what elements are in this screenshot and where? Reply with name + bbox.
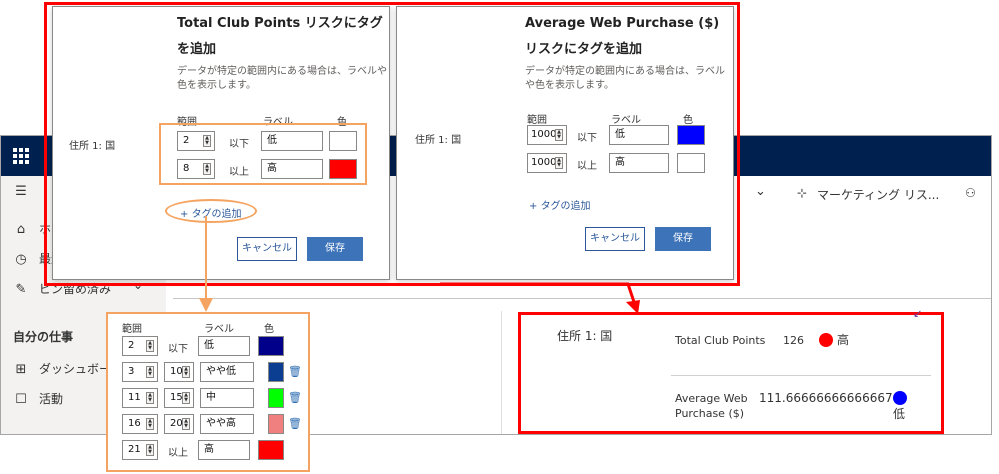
tag-dot xyxy=(893,391,907,405)
nav-item-activities[interactable]: ☐ 活動 xyxy=(13,390,63,407)
metric-value: 126 xyxy=(783,334,804,347)
range-input[interactable]: 21 ▲ ▼ xyxy=(122,440,158,460)
tag-label: 高 xyxy=(837,333,850,347)
metric-name: Total Club Points xyxy=(675,334,766,347)
column-header-label: ラベル xyxy=(204,324,234,335)
nav-section-my-work: 自分の仕事 xyxy=(13,330,74,344)
label-input[interactable]: 高 xyxy=(198,440,250,460)
pencil-icon: ↙ xyxy=(913,307,923,320)
range-from-input[interactable]: 16 ▲ ▼ xyxy=(122,414,158,434)
hamburger-icon[interactable]: ☰ xyxy=(13,184,39,199)
column-header-range: 範囲 xyxy=(122,324,142,335)
clipboard-icon: ☐ xyxy=(15,392,27,407)
range-from-input[interactable]: 11 ▲ ▼ xyxy=(122,388,158,408)
row-divider xyxy=(671,375,931,376)
result-panel: 住所 1: 国 Total Club Points 126 高 Average … xyxy=(518,307,944,434)
range-to-input[interactable]: 15 ▲ ▼ xyxy=(164,388,194,408)
label-input[interactable]: 低 xyxy=(198,336,250,356)
tag-label: 低 xyxy=(893,407,906,421)
chevron-down-icon[interactable]: ⌄ xyxy=(755,184,766,199)
delete-icon[interactable]: 🗑 xyxy=(288,365,302,378)
range-input[interactable]: 2 ▲ ▼ xyxy=(122,336,158,356)
range-from-input[interactable]: 3 ▲ ▼ xyxy=(122,362,158,382)
column-divider xyxy=(501,311,502,434)
highlight-frame-dialogs xyxy=(44,2,740,286)
color-swatch[interactable] xyxy=(268,362,284,382)
field-label: 住所 1: 国 xyxy=(557,329,613,343)
column-header-color: 色 xyxy=(264,324,274,335)
operator-label: 以下 xyxy=(168,344,188,355)
color-swatch[interactable] xyxy=(258,440,284,460)
label-input[interactable]: やや低 xyxy=(200,362,254,382)
delete-icon[interactable]: 🗑 xyxy=(288,417,302,430)
delete-icon[interactable]: 🗑 xyxy=(288,391,302,404)
metric-value: 111.66666666666667 xyxy=(759,391,893,405)
label-input[interactable]: 中 xyxy=(200,388,254,408)
metric-name-line1: Average Web xyxy=(675,392,748,405)
tag-dot xyxy=(819,333,833,347)
connector-arrow xyxy=(440,282,640,314)
command-bar: ⌄ ⊹ マーケティング リス... ⚇ xyxy=(741,182,991,212)
app-launcher-icon[interactable] xyxy=(13,148,29,164)
orange-connector-arrow xyxy=(199,216,213,312)
metric-name-line2: Purchase ($) xyxy=(675,407,745,420)
marketing-list-button[interactable]: マーケティング リス... xyxy=(817,186,939,203)
operator-label: 以上 xyxy=(168,448,188,459)
clock-icon: ◷ xyxy=(15,252,27,267)
add-to-list-icon: ⊹ xyxy=(797,186,808,200)
range-to-input[interactable]: 20 ▲ ▼ xyxy=(164,414,194,434)
color-swatch[interactable] xyxy=(258,336,284,356)
tag-ranges-detail-panel: 範囲 ラベル 色 2 ▲ ▼ 以下 低 3 ▲ ▼ 10 ▲ ▼ やや低 🗑 11 ▲ ▼ 15… xyxy=(106,312,310,472)
assign-icon[interactable]: ⚇ xyxy=(965,186,976,200)
home-icon: ⌂ xyxy=(16,222,26,237)
pin-icon: ✎ xyxy=(15,282,27,297)
dashboard-icon: ⊞ xyxy=(15,362,27,377)
label-input[interactable]: やや高 xyxy=(200,414,254,434)
color-swatch[interactable] xyxy=(268,388,284,408)
color-swatch[interactable] xyxy=(268,414,284,434)
range-to-input[interactable]: 10 ▲ ▼ xyxy=(164,362,194,382)
